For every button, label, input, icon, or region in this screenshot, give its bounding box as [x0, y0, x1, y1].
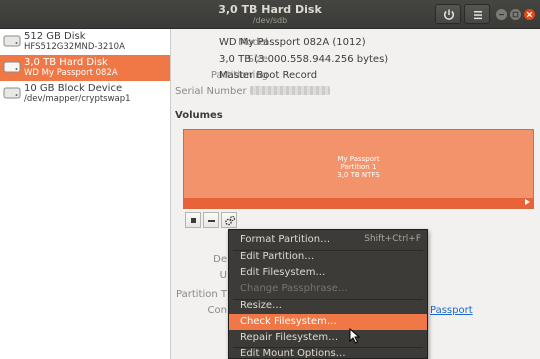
play-arrow-icon	[525, 199, 530, 205]
volume-toolbar	[185, 212, 237, 229]
close-icon	[526, 11, 533, 18]
sidebar-item-name: 512 GB Disk	[24, 31, 86, 42]
partition-type-label: Partition T	[176, 289, 227, 300]
hard-disk-icon	[3, 61, 21, 73]
volume-bottom-strip	[184, 198, 533, 208]
app-menu-button[interactable]	[464, 4, 490, 24]
sidebar-item-sub: HFS512G32MND-3210A	[24, 42, 125, 52]
model-value: WD My Passport 082A (1012)	[219, 37, 366, 48]
stop-icon	[191, 218, 196, 223]
partition-context-menu: Format Partition… Shift+Ctrl+F Edit Part…	[228, 229, 428, 359]
partition-name: My Passport	[337, 155, 380, 163]
menu-item-label: Change Passphrase…	[240, 283, 348, 294]
disk-sidebar: 512 GB Disk HFS512G32MND-3210A 3,0 TB Ha…	[0, 29, 171, 359]
hamburger-menu-icon	[474, 11, 482, 20]
menu-item-label: Edit Partition…	[240, 251, 315, 262]
delete-partition-button[interactable]	[203, 212, 219, 228]
device-label: De	[213, 254, 227, 265]
menu-item-label: Repair Filesystem…	[240, 332, 339, 343]
sidebar-item-512gb-disk[interactable]: 512 GB Disk HFS512G32MND-3210A	[0, 29, 170, 55]
menu-item-repair-filesystem[interactable]: Repair Filesystem…	[229, 330, 427, 346]
menu-item-label: Resize…	[240, 300, 283, 311]
menu-item-check-filesystem[interactable]: Check Filesystem…	[229, 314, 427, 330]
menu-item-label: Edit Filesystem…	[240, 267, 326, 278]
unmount-button[interactable]	[185, 212, 201, 228]
sidebar-item-sub: /dev/mapper/cryptswap1	[24, 94, 131, 104]
minimize-icon	[499, 14, 504, 16]
menu-item-change-passphrase: Change Passphrase…	[229, 281, 427, 297]
sidebar-item-name: 10 GB Block Device	[24, 83, 123, 94]
sidebar-item-sub: WD My Passport 082A	[24, 68, 118, 78]
minus-icon	[208, 220, 215, 222]
menu-item-label: Check Filesystem…	[240, 316, 337, 327]
menu-item-edit-filesystem[interactable]: Edit Filesystem…	[229, 265, 427, 281]
mount-point-link[interactable]: Passport	[430, 305, 473, 316]
partition-block[interactable]: My Passport Partition 1 3,0 TB NTFS	[184, 130, 533, 198]
maximize-icon	[512, 11, 519, 18]
partition-size-type: 3,0 TB NTFS	[337, 171, 380, 179]
sidebar-item-name: 3,0 TB Hard Disk	[24, 57, 108, 68]
block-device-icon	[3, 87, 21, 99]
sidebar-item-10gb-block-device[interactable]: 10 GB Block Device /dev/mapper/cryptswap…	[0, 81, 170, 107]
hard-disk-icon	[3, 35, 21, 47]
menu-item-shortcut: Shift+Ctrl+F	[364, 234, 421, 244]
contents-label: Con	[207, 305, 227, 316]
close-button[interactable]	[524, 9, 535, 20]
menu-item-edit-mount-options[interactable]: Edit Mount Options…	[229, 346, 427, 359]
menu-item-edit-partition[interactable]: Edit Partition…	[229, 249, 427, 265]
menu-item-label: Edit Mount Options…	[240, 348, 346, 359]
mouse-cursor-icon	[349, 328, 360, 344]
menu-item-label: Format Partition…	[240, 234, 331, 245]
sidebar-item-3tb-hard-disk[interactable]: 3,0 TB Hard Disk WD My Passport 082A	[0, 55, 170, 81]
uuid-label: U	[219, 270, 227, 281]
menu-item-format-partition[interactable]: Format Partition… Shift+Ctrl+F	[229, 232, 427, 248]
serial-number-redacted	[250, 86, 330, 95]
power-off-button[interactable]	[435, 4, 461, 24]
partitioning-value: Master Boot Record	[219, 70, 318, 81]
power-icon	[443, 9, 455, 20]
partition-number: Partition 1	[340, 163, 377, 171]
maximize-button[interactable]	[510, 9, 521, 20]
size-value: 3,0 TB (3.000.558.944.256 bytes)	[219, 54, 389, 65]
minimize-button[interactable]	[496, 9, 507, 20]
partition-options-button[interactable]	[221, 212, 237, 228]
volumes-heading: Volumes	[175, 110, 223, 121]
menu-item-resize[interactable]: Resize…	[229, 298, 427, 314]
header-bar: 3,0 TB Hard Disk /dev/sdb	[0, 0, 540, 29]
gears-icon	[225, 215, 236, 226]
